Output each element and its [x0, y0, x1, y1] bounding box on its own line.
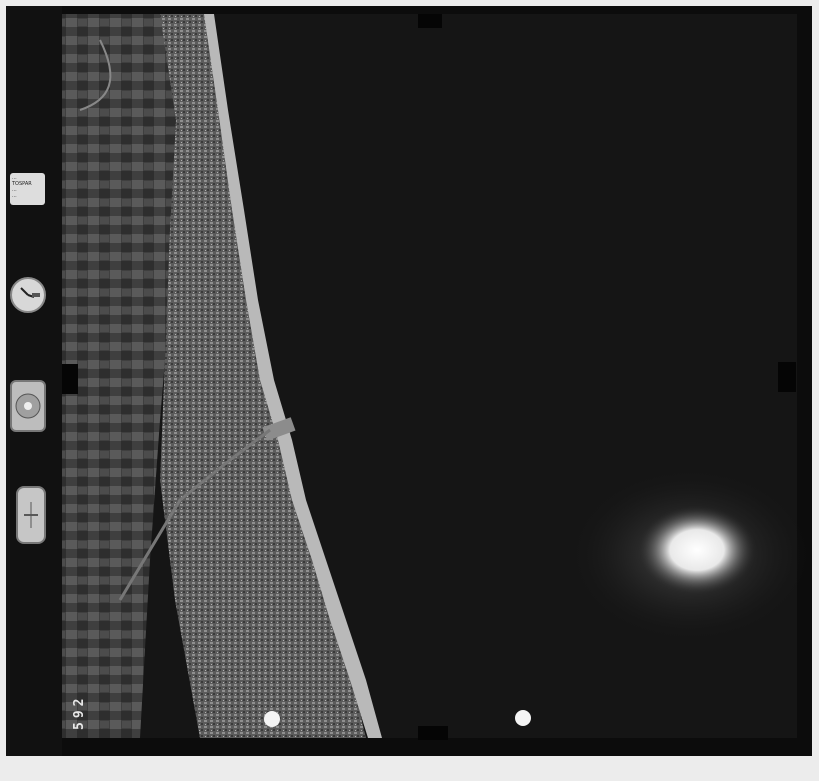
- camera-data-label: ... TOSPAR ... ...: [10, 173, 45, 205]
- aerial-photo: [62, 14, 815, 738]
- altimeter-icon: [16, 486, 46, 544]
- clock-icon: [10, 277, 46, 313]
- fiducial-mark-icon: [418, 726, 448, 740]
- fiducial-mark-icon: [62, 364, 78, 394]
- level-bubble-icon: [10, 380, 46, 432]
- light-spot: [515, 710, 531, 726]
- label-line: ...: [12, 193, 17, 199]
- sun-glint: [637, 505, 757, 595]
- light-spot: [264, 711, 280, 727]
- fiducial-mark-icon: [418, 14, 442, 28]
- frame-number: 592: [72, 694, 87, 730]
- fiducial-mark-icon: [778, 362, 796, 392]
